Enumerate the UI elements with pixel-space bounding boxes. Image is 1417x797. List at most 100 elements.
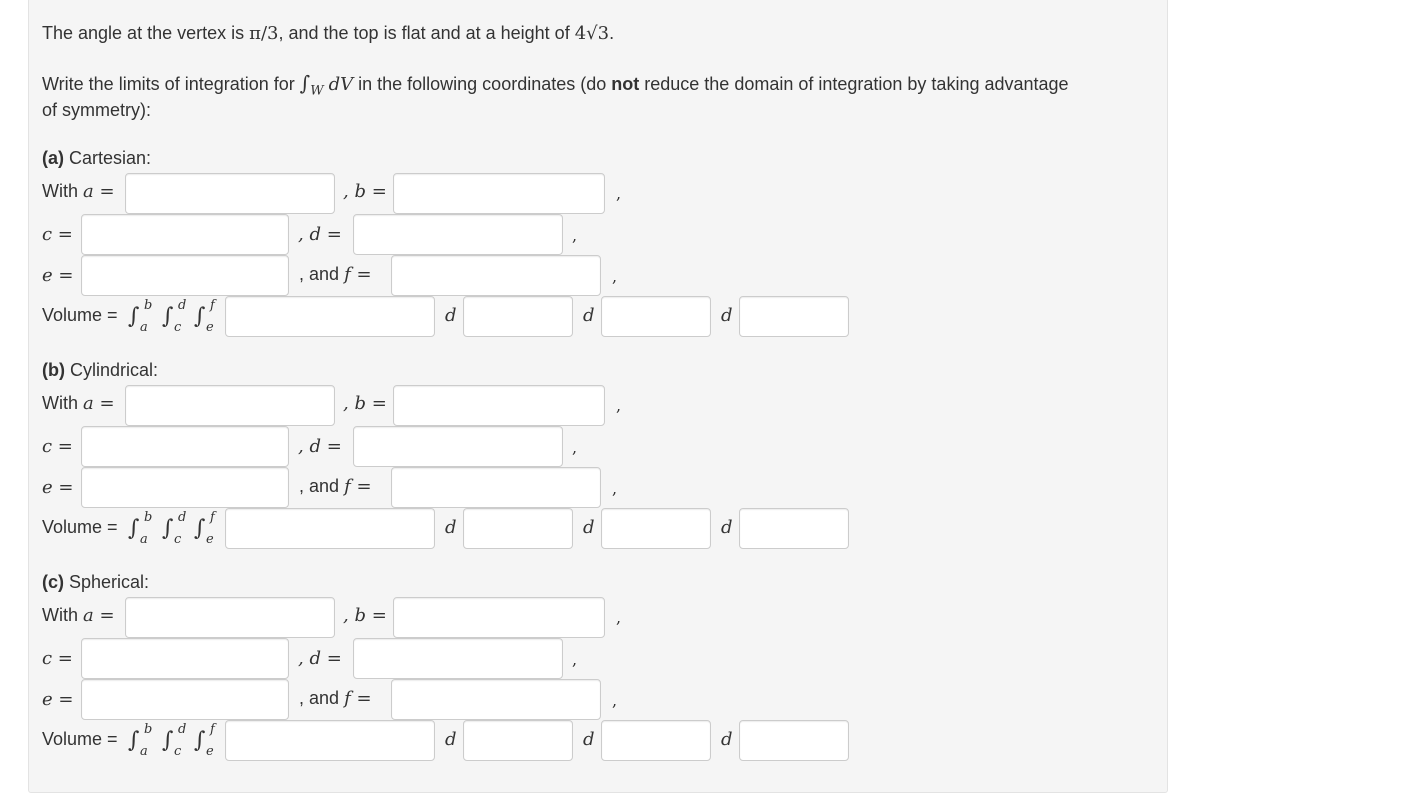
with-a-label: With a = xyxy=(42,181,115,202)
a-eq-label: a = xyxy=(83,181,115,202)
integral-sign: ∫ xyxy=(128,728,140,753)
vertex-angle: π/3 xyxy=(249,23,279,44)
upper-limit-f: f xyxy=(210,722,215,737)
e-label: e = xyxy=(42,265,74,286)
trailing-comma: , xyxy=(616,184,622,203)
upper-limit-b: b xyxy=(144,298,153,313)
second-differential-input[interactable] xyxy=(601,508,711,549)
third-differential-input[interactable] xyxy=(739,508,849,549)
c-lower-limit-input[interactable] xyxy=(81,638,289,679)
integral-sign: ∫ xyxy=(194,516,206,541)
d-upper-limit-input[interactable] xyxy=(353,214,563,255)
lower-limit-c: c xyxy=(174,532,182,547)
problem-text: The angle at the vertex is xyxy=(42,23,250,43)
and-f-label: , and f = xyxy=(299,688,372,709)
problem-line-2: Write the limits of integration for ∫W d… xyxy=(42,71,1069,99)
d-upper-limit-input[interactable] xyxy=(353,426,563,467)
with-a-label: With a = xyxy=(42,605,115,626)
integrand-input[interactable] xyxy=(225,720,435,761)
c-lower-limit-input[interactable] xyxy=(81,214,289,255)
and-f-label: , and f = xyxy=(299,264,372,285)
upper-limit-f: f xyxy=(210,298,215,313)
f-upper-limit-input[interactable] xyxy=(391,255,601,296)
a-lower-limit-input[interactable] xyxy=(125,385,335,426)
integral-sign: ∫ xyxy=(128,516,140,541)
third-differential-input[interactable] xyxy=(739,720,849,761)
problem-line-1: The angle at the vertex is π/3, and the … xyxy=(42,23,614,44)
integral-sign: ∫ xyxy=(194,304,206,329)
with-text: With xyxy=(42,393,78,413)
trailing-comma: , xyxy=(572,650,578,669)
upper-limit-d: d xyxy=(178,510,187,525)
problem-text: , and the top is flat and at a height of xyxy=(278,23,575,43)
b-upper-limit-input[interactable] xyxy=(393,173,605,214)
first-differential-input[interactable] xyxy=(463,508,573,549)
b-upper-limit-input[interactable] xyxy=(393,385,605,426)
second-differential-input[interactable] xyxy=(601,720,711,761)
f-upper-limit-input[interactable] xyxy=(391,467,601,508)
b-label: , b = xyxy=(343,605,387,626)
lower-limit-c: c xyxy=(174,744,182,759)
c-lower-limit-input[interactable] xyxy=(81,426,289,467)
and-f-label: , and f = xyxy=(299,476,372,497)
a-eq-label: a = xyxy=(83,393,115,414)
c-label: c = xyxy=(42,648,73,669)
differential-d: d xyxy=(445,729,457,750)
integral-sign: ∫ xyxy=(299,71,311,95)
and-text: , and xyxy=(299,264,340,284)
differential-d: d xyxy=(721,305,733,326)
d-upper-limit-input[interactable] xyxy=(353,638,563,679)
d-label: , d = xyxy=(298,224,342,245)
integral-domain: W xyxy=(310,83,324,99)
with-a-label: With a = xyxy=(42,393,115,414)
lower-limit-e: e xyxy=(206,744,214,759)
emphasis-not: not xyxy=(611,74,640,94)
e-label: e = xyxy=(42,689,74,710)
second-differential-input[interactable] xyxy=(601,296,711,337)
lower-limit-a: a xyxy=(140,744,148,759)
triple-integral: ∫ b a ∫ d c ∫ f e xyxy=(128,296,228,340)
with-text: With xyxy=(42,605,78,625)
section-heading-cylindrical: (b) Cylindrical: xyxy=(42,360,158,381)
third-differential-input[interactable] xyxy=(739,296,849,337)
and-text: , and xyxy=(299,476,340,496)
a-eq-label: a = xyxy=(83,605,115,626)
integral-sign: ∫ xyxy=(162,304,174,329)
section-name: Spherical: xyxy=(69,572,150,592)
c-label: c = xyxy=(42,224,73,245)
problem-text: reduce the domain of integration by taki… xyxy=(639,74,1069,94)
upper-limit-f: f xyxy=(210,510,215,525)
volume-label: Volume = xyxy=(42,517,118,537)
e-lower-limit-input[interactable] xyxy=(81,467,289,508)
trailing-comma: , xyxy=(612,267,618,286)
problem-text: in the following coordinates (do xyxy=(353,74,612,94)
c-label: c = xyxy=(42,436,73,457)
integral-sign: ∫ xyxy=(194,728,206,753)
differential-d: d xyxy=(445,305,457,326)
lower-limit-e: e xyxy=(206,532,214,547)
integrand-input[interactable] xyxy=(225,508,435,549)
e-lower-limit-input[interactable] xyxy=(81,679,289,720)
triple-integral: ∫ b a ∫ d c ∫ f e xyxy=(128,508,228,552)
problem-text: Write the limits of integration for xyxy=(42,74,300,94)
a-lower-limit-input[interactable] xyxy=(125,173,335,214)
b-label: , b = xyxy=(343,393,387,414)
lower-limit-a: a xyxy=(140,532,148,547)
f-upper-limit-input[interactable] xyxy=(391,679,601,720)
trailing-comma: , xyxy=(612,691,618,710)
differential-d: d xyxy=(583,729,595,750)
upper-limit-b: b xyxy=(144,722,153,737)
trailing-comma: , xyxy=(616,608,622,627)
integrand-input[interactable] xyxy=(225,296,435,337)
first-differential-input[interactable] xyxy=(463,296,573,337)
volume-label: Volume = xyxy=(42,305,118,325)
differential-d: d xyxy=(583,305,595,326)
a-lower-limit-input[interactable] xyxy=(125,597,335,638)
section-name: Cartesian: xyxy=(69,148,152,168)
f-eq-label: f = xyxy=(344,688,372,709)
f-eq-label: f = xyxy=(344,264,372,285)
e-lower-limit-input[interactable] xyxy=(81,255,289,296)
b-upper-limit-input[interactable] xyxy=(393,597,605,638)
trailing-comma: , xyxy=(572,226,578,245)
first-differential-input[interactable] xyxy=(463,720,573,761)
